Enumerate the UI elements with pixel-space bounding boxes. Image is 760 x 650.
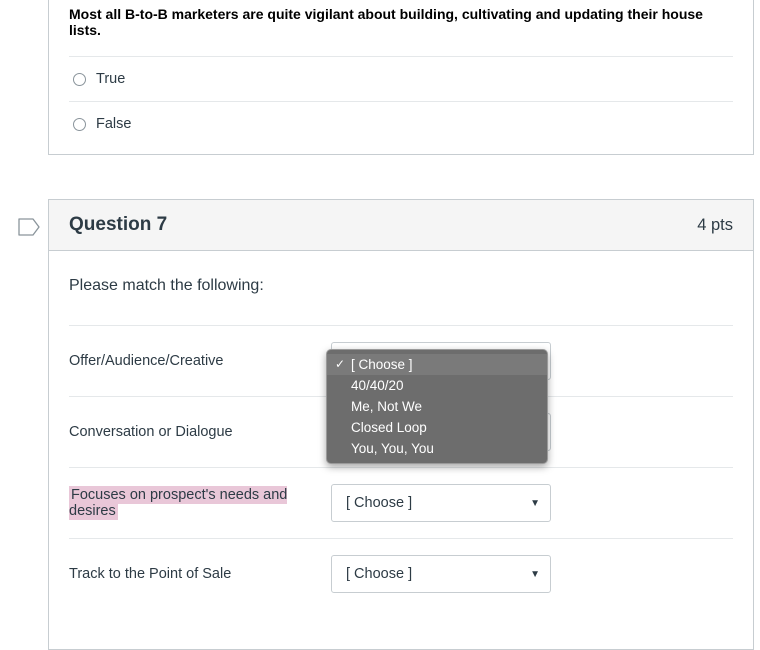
match-label-2: Conversation or Dialogue (69, 424, 317, 440)
chevron-down-icon: ▼ (530, 569, 540, 580)
question-title: Question 7 (69, 214, 167, 236)
choice-true-label: True (96, 71, 125, 87)
dropdown-option-404020[interactable]: 40/40/20 (327, 375, 547, 396)
match-label-1: Offer/Audience/Creative (69, 353, 317, 369)
highlighted-text: Focuses on prospect's needs and desires (69, 486, 287, 520)
choice-false-row[interactable]: False (69, 102, 733, 146)
dropdown-option-closed-loop[interactable]: Closed Loop (327, 417, 547, 438)
dropdown-option-you-you-you[interactable]: You, You, You (327, 438, 547, 459)
choice-true-row[interactable]: True (69, 57, 733, 102)
question-prompt: Please match the following: (69, 277, 733, 295)
match-label-3: Focuses on prospect's needs and desires (69, 487, 317, 519)
question-header: Question 7 4 pts (49, 200, 753, 251)
flag-question-button[interactable] (18, 218, 40, 236)
choice-false-label: False (96, 116, 131, 132)
question-points: 4 pts (697, 216, 733, 235)
radio-icon (73, 118, 86, 131)
chevron-down-icon: ▼ (530, 498, 540, 509)
match-label-4: Track to the Point of Sale (69, 566, 317, 582)
select-value: [ Choose ] (346, 566, 412, 582)
match-select-3[interactable]: [ Choose ] ▼ (331, 484, 551, 522)
dropdown-option-me-not-we[interactable]: Me, Not We (327, 396, 547, 417)
question-6-card: Most all B-to-B marketers are quite vigi… (48, 0, 754, 155)
flag-outline-icon (18, 218, 40, 236)
match-row-4: Track to the Point of Sale [ Choose ] ▼ (69, 538, 733, 609)
radio-icon (73, 73, 86, 86)
match-select-4[interactable]: [ Choose ] ▼ (331, 555, 551, 593)
select-value: [ Choose ] (346, 495, 412, 511)
dropdown-option-choose[interactable]: [ Choose ] (327, 354, 547, 375)
dropdown-menu: [ Choose ] 40/40/20 Me, Not We Closed Lo… (326, 349, 548, 464)
question-6-stem: Most all B-to-B marketers are quite vigi… (69, 0, 733, 57)
match-row-3: Focuses on prospect's needs and desires … (69, 467, 733, 538)
